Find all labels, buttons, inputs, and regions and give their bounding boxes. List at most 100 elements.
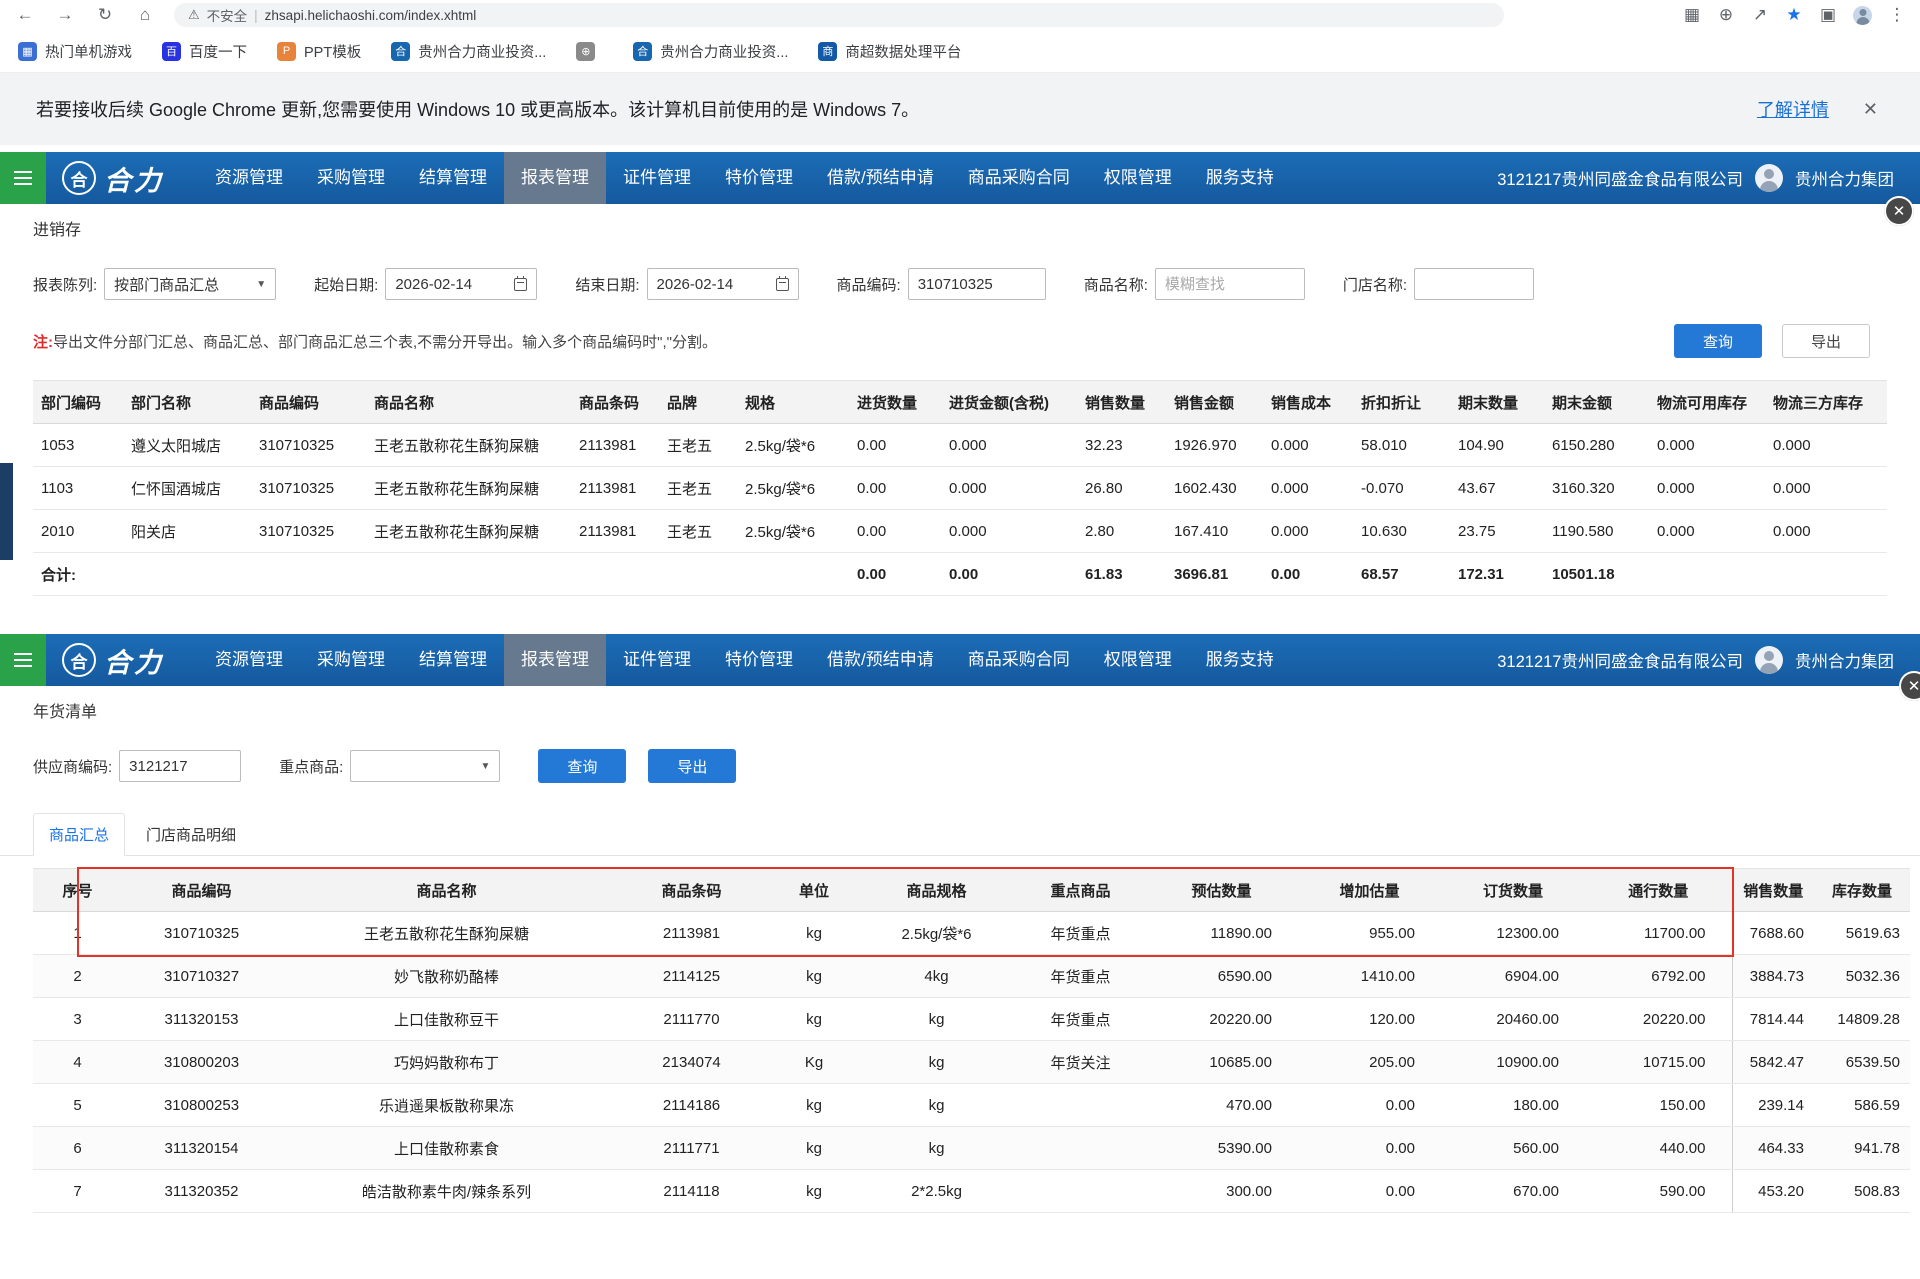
table-row[interactable]: 2 310710327 妙飞散称奶酪棒 2114125 kg 4kg 年货重点 … [33, 955, 1910, 998]
nav-menu-item[interactable]: 资源管理 [198, 152, 300, 204]
report-type-select[interactable]: 按部门商品汇总 ▼ [104, 268, 276, 300]
table-cell: 2111771 [612, 1127, 771, 1170]
learn-more-link[interactable]: 了解详情 [1757, 96, 1829, 122]
bookmark-item[interactable]: 合 贵州合力商业投资... [633, 41, 788, 62]
end-date-input[interactable]: 2026-02-14 [647, 268, 799, 300]
query-button[interactable]: 查询 [1674, 324, 1762, 358]
table-row[interactable]: 6 311320154 上口佳散称素食 2111771 kg kg 5390.0… [33, 1127, 1910, 1170]
table-cell: 2134074 [612, 1041, 771, 1084]
table-cell: 23.75 [1450, 510, 1544, 553]
supplier-code-input[interactable] [119, 750, 241, 782]
panel1-close-icon[interactable]: ✕ [1884, 196, 1914, 226]
table-cell [1649, 553, 1765, 596]
note-text: 导出文件分部门汇总、商品汇总、部门商品汇总三个表,不需分开导出。输入多个商品编码… [53, 331, 717, 352]
table-row[interactable]: 1053 遵义太阳城店 310710325 王老五散称花生酥狗屎糖 211398… [33, 424, 1887, 467]
calendar-icon[interactable] [776, 278, 789, 291]
app-logo: 合 合力 [62, 159, 164, 198]
table-cell: 11890.00 [1145, 912, 1298, 955]
tab[interactable]: 商品汇总 [33, 813, 125, 856]
nav-menu-item[interactable]: 特价管理 [708, 152, 810, 204]
nav-menu-item[interactable]: 证件管理 [606, 152, 708, 204]
nav-menu-item[interactable]: 服务支持 [1189, 152, 1291, 204]
extensions-icon[interactable]: ▦ [1683, 5, 1701, 25]
table-cell: 0.000 [1263, 467, 1353, 510]
key-product-select[interactable]: ▼ [350, 750, 500, 782]
store-name-input[interactable] [1414, 268, 1534, 300]
query-button[interactable]: 查询 [538, 749, 626, 783]
bookmark-item[interactable]: 百 百度一下 [162, 41, 247, 62]
note-row: 注: 导出文件分部门汇总、商品汇总、部门商品汇总三个表,不需分开导出。输入多个商… [0, 316, 1920, 366]
export-button[interactable]: 导出 [648, 749, 736, 783]
export-button[interactable]: 导出 [1782, 324, 1870, 358]
nav-menu-item[interactable]: 结算管理 [402, 152, 504, 204]
user-group-name[interactable]: 贵州合力集团 [1795, 166, 1894, 190]
nav-menu-item[interactable]: 结算管理 [402, 634, 504, 686]
bookmark-item[interactable]: ▦ 热门单机游戏 [18, 41, 132, 62]
nav-menu-item[interactable]: 商品采购合同 [951, 152, 1087, 204]
nav-menu-item[interactable]: 借款/预结申请 [810, 152, 951, 204]
browser-menu-icon[interactable]: ⋮ [1888, 5, 1906, 25]
table-row[interactable]: 2010 阳关店 310710325 王老五散称花生酥狗屎糖 2113981 王… [33, 510, 1887, 553]
nav-menu-item[interactable]: 采购管理 [300, 152, 402, 204]
start-date-input[interactable]: 2026-02-14 [385, 268, 537, 300]
bookmark-item[interactable]: P PPT模板 [277, 41, 361, 62]
profile-avatar-icon[interactable] [1853, 6, 1872, 25]
table-cell: 2.5kg/袋*6 [737, 467, 849, 510]
table-cell: 年货重点 [1016, 998, 1145, 1041]
nav-menu-item[interactable]: 证件管理 [606, 634, 708, 686]
user-avatar-icon[interactable] [1755, 646, 1783, 674]
bookmark-star-icon[interactable]: ★ [1785, 5, 1803, 25]
address-bar[interactable]: ⚠ 不安全 | zhsapi.helichaoshi.com/index.xht… [174, 3, 1504, 27]
table-row[interactable]: 1103 仁怀国酒城店 310710325 王老五散称花生酥狗屎糖 211398… [33, 467, 1887, 510]
column-header: 重点商品 [1016, 869, 1145, 912]
nav-menu-item[interactable]: 资源管理 [198, 634, 300, 686]
nav-menu-item[interactable]: 采购管理 [300, 634, 402, 686]
side-panel-icon[interactable]: ▣ [1819, 5, 1837, 25]
user-avatar-icon[interactable] [1755, 164, 1783, 192]
table-row[interactable]: 3 311320153 上口佳散称豆干 2111770 kg kg 年货重点 2… [33, 998, 1910, 1041]
bookmark-item[interactable]: 合 贵州合力商业投资... [391, 41, 546, 62]
product-name-input[interactable] [1155, 268, 1305, 300]
nav-menu-item[interactable]: 借款/预结申请 [810, 634, 951, 686]
not-secure-warning-icon: ⚠ [188, 7, 200, 23]
product-code-input[interactable] [908, 268, 1046, 300]
table-cell: 10900.00 [1441, 1041, 1585, 1084]
bookmarks-bar: ▦ 热门单机游戏 百 百度一下 P PPT模板 合 贵州合力商业投资... ⊕ … [0, 30, 1920, 73]
notice-close-icon[interactable]: ✕ [1863, 99, 1878, 120]
forward-icon[interactable]: → [54, 5, 76, 25]
menu-hamburger-icon[interactable] [0, 152, 46, 204]
calendar-icon[interactable] [514, 278, 527, 291]
inventory-report-table: 部门编码部门名称商品编码商品名称商品条码品牌规格进货数量进货金额(含税)销售数量… [33, 380, 1887, 596]
home-icon[interactable]: ⌂ [134, 5, 156, 25]
nav-menu-item[interactable]: 报表管理 [504, 634, 606, 686]
table-cell: 586.59 [1814, 1084, 1910, 1127]
column-header: 部门编码 [33, 381, 123, 424]
nav-menu-item[interactable]: 权限管理 [1087, 152, 1189, 204]
share-icon[interactable]: ↗ [1751, 5, 1769, 25]
bookmark-item[interactable]: 商 商超数据处理平台 [818, 41, 961, 62]
reload-icon[interactable]: ↻ [94, 5, 116, 25]
end-date-value: 2026-02-14 [657, 276, 734, 293]
nav-menu-item[interactable]: 服务支持 [1189, 634, 1291, 686]
table-cell: 1053 [33, 424, 123, 467]
table-row[interactable]: 合计: 0.00 0.00 61.83 3696.81 0.00 68.57 1… [33, 553, 1887, 596]
nav-menu-item[interactable]: 权限管理 [1087, 634, 1189, 686]
table-cell: 120.00 [1298, 998, 1441, 1041]
table-row[interactable]: 4 310800203 巧妈妈散称布丁 2134074 Kg kg 年货关注 1… [33, 1041, 1910, 1084]
nav-menu-item[interactable]: 报表管理 [504, 152, 606, 204]
table-cell: 11700.00 [1585, 912, 1732, 955]
nav-menu-item[interactable]: 商品采购合同 [951, 634, 1087, 686]
nav-menu-item[interactable]: 特价管理 [708, 634, 810, 686]
bookmark-item[interactable]: ⊕ [576, 42, 603, 61]
tab[interactable]: 门店商品明细 [131, 814, 251, 855]
menu-hamburger-icon[interactable] [0, 634, 46, 686]
url-text: zhsapi.helichaoshi.com/index.xhtml [265, 8, 477, 23]
table-cell: 205.00 [1298, 1041, 1441, 1084]
back-icon[interactable]: ← [14, 5, 36, 25]
table-row[interactable]: 5 310800253 乐逍遥果板散称果冻 2114186 kg kg 470.… [33, 1084, 1910, 1127]
table-cell: 5032.36 [1814, 955, 1910, 998]
table-row[interactable]: 7 311320352 皓洁散称素牛肉/辣条系列 2114118 kg 2*2.… [33, 1170, 1910, 1213]
user-group-name[interactable]: 贵州合力集团 [1795, 648, 1894, 672]
table-row[interactable]: 1 310710325 王老五散称花生酥狗屎糖 2113981 kg 2.5kg… [33, 912, 1910, 955]
zoom-icon[interactable]: ⊕ [1717, 5, 1735, 25]
